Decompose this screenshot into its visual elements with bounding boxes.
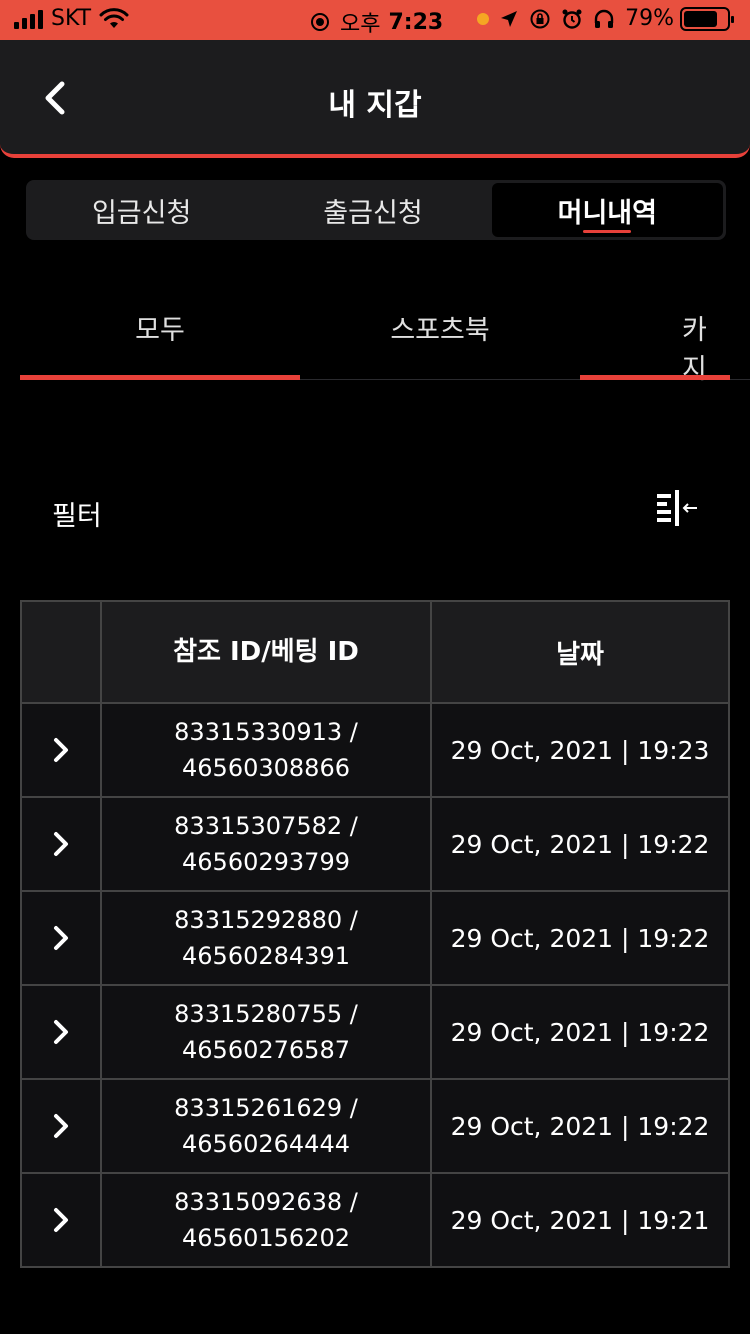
segment-label: 머니내역 (557, 197, 657, 229)
table-row[interactable]: 83315292880 / 46560284391 29 Oct, 2021 | 1… (22, 890, 728, 984)
tab-label: 스포츠북 (390, 315, 490, 346)
reference-id: 83315307582 / (174, 812, 358, 840)
reference-id: 83315261629 / (174, 1094, 358, 1122)
time-label: 7:23 (388, 9, 444, 35)
filter-toggle-button[interactable] (655, 490, 701, 528)
filter-collapse-icon (657, 490, 697, 526)
id-cell: 83315280755 / 46560276587 (102, 986, 432, 1078)
chevron-right-icon (54, 1020, 68, 1044)
table-header-row: 참조 ID/베팅 ID 날짜 (22, 602, 728, 702)
bet-id: 46560284391 (182, 942, 350, 970)
header-ref-bet-id: 참조 ID/베팅 ID (102, 602, 432, 702)
signal-icon (14, 9, 43, 29)
chevron-right-icon (54, 1208, 68, 1232)
date-cell: 29 Oct, 2021 | 19:22 (450, 1017, 710, 1047)
filter-label: 필터 (52, 501, 102, 532)
status-bar: SKT 오후 7:23 79% (0, 0, 750, 40)
table-row[interactable]: 83315092638 / 46560156202 29 Oct, 2021 | 1… (22, 1172, 728, 1266)
wifi-icon (99, 7, 129, 28)
table-row[interactable]: 83315261629 / 46560264444 29 Oct, 2021 | 1… (22, 1078, 728, 1172)
wallet-segment-control: 입금신청 출금신청 머니내역 (26, 180, 726, 240)
expand-row-button[interactable] (22, 798, 102, 890)
reference-id: 83315292880 / (174, 906, 358, 934)
table-row[interactable]: 83315280755 / 46560276587 29 Oct, 2021 | 1… (22, 984, 728, 1078)
id-cell: 83315330913 / 46560308866 (102, 704, 432, 796)
expand-row-button[interactable] (22, 986, 102, 1078)
page-title: 내 지갑 (328, 88, 422, 123)
bet-id: 46560293799 (182, 848, 350, 876)
id-cell: 83315261629 / 46560264444 (102, 1080, 432, 1172)
table-body: 83315330913 / 46560308866 29 Oct, 2021 | 1… (22, 702, 728, 1266)
orientation-lock-icon (530, 9, 550, 28)
table-row[interactable]: 83315330913 / 46560308866 29 Oct, 2021 | 1… (22, 702, 728, 796)
app-header: 내 지갑 (0, 40, 750, 158)
active-segment-indicator (583, 230, 632, 233)
time-period: 오후 (340, 12, 381, 37)
header-expand-cell (22, 602, 102, 702)
headphones-icon (594, 9, 614, 28)
expand-row-button[interactable] (22, 1080, 102, 1172)
active-tab-indicator (580, 375, 730, 380)
mic-indicator-icon (477, 12, 490, 25)
segment-label: 입금신청 (91, 197, 192, 229)
tab-sportsbook[interactable]: 스포츠북 (300, 290, 580, 380)
screen-record-icon (311, 13, 329, 31)
alarm-icon (562, 9, 582, 29)
chevron-right-icon (54, 1114, 68, 1138)
id-cell: 83315292880 / 46560284391 (102, 892, 432, 984)
bet-id: 46560156202 (182, 1224, 350, 1252)
bet-id: 46560264444 (182, 1130, 350, 1158)
date-cell: 29 Oct, 2021 | 19:22 (450, 829, 710, 859)
segment-withdraw-request[interactable]: 출금신청 (257, 180, 488, 240)
segment-label: 출금신청 (323, 197, 423, 229)
active-tab-indicator (20, 375, 300, 380)
segment-money-history[interactable]: 머니내역 (491, 183, 723, 237)
id-cell: 83315307582 / 46560293799 (102, 798, 432, 890)
status-left: SKT (14, 6, 139, 31)
tab-label: 모두 (135, 315, 185, 346)
chevron-right-icon (54, 926, 68, 950)
category-tabs: 모두 스포츠북 카지 (20, 290, 750, 385)
header-date: 날짜 (556, 639, 604, 670)
bet-id: 46560276587 (182, 1036, 350, 1064)
date-cell: 29 Oct, 2021 | 19:21 (450, 1205, 710, 1235)
segment-deposit-request[interactable]: 입금신청 (26, 180, 257, 240)
expand-row-button[interactable] (22, 704, 102, 796)
reference-id: 83315092638 / (174, 1188, 358, 1216)
status-clock: 오후 7:23 (310, 6, 443, 38)
carrier-label: SKT (51, 6, 92, 31)
battery-fill (684, 10, 718, 27)
reference-id: 83315280755 / (174, 1000, 358, 1028)
date-cell: 29 Oct, 2021 | 19:23 (450, 735, 710, 765)
chevron-right-icon (54, 738, 68, 762)
location-icon (501, 10, 518, 27)
expand-row-button[interactable] (22, 892, 102, 984)
battery-percent: 79% (625, 6, 674, 31)
battery-icon (680, 6, 734, 31)
tab-casino[interactable]: 카지 (580, 290, 730, 385)
bet-id: 46560308866 (182, 754, 350, 782)
table-row[interactable]: 83315307582 / 46560293799 29 Oct, 2021 | 1… (22, 796, 728, 890)
tab-all[interactable]: 모두 (20, 290, 300, 380)
date-cell: 29 Oct, 2021 | 19:22 (450, 923, 710, 953)
date-cell: 29 Oct, 2021 | 19:22 (450, 1111, 710, 1141)
id-cell: 83315092638 / 46560156202 (102, 1174, 432, 1266)
reference-id: 83315330913 / (174, 718, 358, 746)
expand-row-button[interactable] (22, 1174, 102, 1266)
chevron-right-icon (54, 832, 68, 856)
status-right: 79% (477, 6, 734, 31)
transactions-table: 참조 ID/베팅 ID 날짜 83315330913 / 46560308866 2… (20, 600, 730, 1268)
